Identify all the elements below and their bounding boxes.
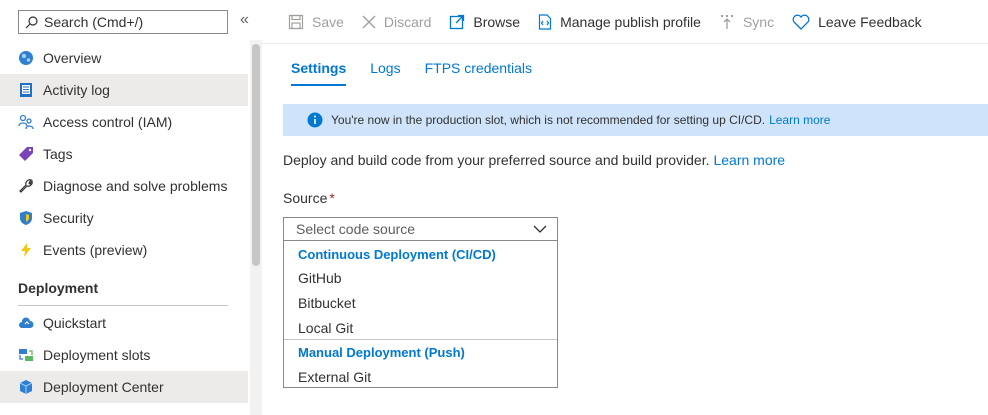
source-label-text: Source <box>283 190 328 206</box>
discard-label: Discard <box>383 13 432 30</box>
sidebar-item-label: Activity log <box>43 82 110 98</box>
sidebar-item-access-control[interactable]: Access control (IAM) <box>0 106 248 138</box>
menu-option-external-git[interactable]: External Git <box>298 369 371 385</box>
sidebar: Search (Cmd+/) « Overview Activity log A… <box>0 0 250 415</box>
cloud-icon <box>18 315 34 331</box>
section-title-deployment: Deployment <box>18 280 99 296</box>
save-label: Save <box>312 13 344 30</box>
banner-learn-more-link[interactable]: Learn more <box>769 113 830 127</box>
source-label: Source * <box>283 190 335 206</box>
heart-icon <box>792 14 810 30</box>
browse-label: Browse <box>473 13 521 30</box>
log-icon <box>18 82 34 98</box>
sync-button[interactable]: Sync <box>719 0 774 44</box>
sidebar-item-events[interactable]: Events (preview) <box>0 234 248 266</box>
sidebar-item-overview[interactable]: Overview <box>0 42 248 74</box>
info-banner: You're now in the production slot, which… <box>283 104 988 136</box>
search-icon <box>25 15 38 28</box>
shield-icon <box>18 210 34 226</box>
menu-divider <box>284 339 557 340</box>
menu-option-github[interactable]: GitHub <box>298 270 342 286</box>
section-divider <box>18 305 228 306</box>
description: Deploy and build code from your preferre… <box>283 152 785 168</box>
sidebar-item-label: Tags <box>43 146 73 162</box>
tag-icon <box>18 146 34 162</box>
globe-icon <box>18 50 34 66</box>
search-input[interactable]: Search (Cmd+/) <box>18 10 228 34</box>
search-placeholder: Search (Cmd+/) <box>44 14 144 30</box>
source-dropdown[interactable]: Select code source <box>283 217 558 241</box>
sidebar-item-deployment-center[interactable]: Deployment Center <box>0 371 248 403</box>
sidebar-item-label: Access control (IAM) <box>43 114 173 130</box>
tab-logs[interactable]: Logs <box>370 60 400 86</box>
cube-icon <box>18 379 34 395</box>
command-bar: Save Discard Browse Manage publish profi… <box>262 0 988 44</box>
publish-profile-icon <box>538 13 552 30</box>
sidebar-item-diagnose[interactable]: Diagnose and solve problems <box>0 170 248 202</box>
slots-icon <box>18 347 34 363</box>
save-button[interactable]: Save <box>288 0 344 44</box>
info-icon <box>307 112 323 128</box>
description-text: Deploy and build code from your preferre… <box>283 152 710 168</box>
tab-ftps-credentials[interactable]: FTPS credentials <box>425 60 532 86</box>
leave-feedback-label: Leave Feedback <box>818 13 922 30</box>
manage-publish-profile-label: Manage publish profile <box>560 13 701 30</box>
sidebar-item-label: Deployment slots <box>43 347 151 363</box>
description-learn-more-link[interactable]: Learn more <box>713 152 785 168</box>
sidebar-item-label: Events (preview) <box>43 242 148 258</box>
collapse-sidebar-button[interactable]: « <box>240 11 249 29</box>
sidebar-scrollbar-thumb[interactable] <box>252 44 260 266</box>
sidebar-item-label: Security <box>43 210 94 226</box>
people-icon <box>18 114 34 130</box>
menu-group-header: Continuous Deployment (CI/CD) <box>298 247 496 262</box>
sidebar-item-label: Quickstart <box>43 315 107 331</box>
sidebar-item-label: Deployment Center <box>43 379 164 395</box>
lightning-icon <box>18 242 34 258</box>
sidebar-item-quickstart[interactable]: Quickstart <box>0 307 248 339</box>
manage-publish-profile-button[interactable]: Manage publish profile <box>538 0 701 44</box>
tab-bar: Settings Logs FTPS credentials <box>291 60 556 86</box>
sidebar-item-label: Overview <box>43 50 102 66</box>
sidebar-item-security[interactable]: Security <box>0 202 248 234</box>
source-dropdown-placeholder: Select code source <box>296 221 416 237</box>
menu-group-header: Manual Deployment (Push) <box>298 345 465 360</box>
sidebar-item-label: Diagnose and solve problems <box>43 178 228 194</box>
sidebar-item-deployment-slots[interactable]: Deployment slots <box>0 339 248 371</box>
leave-feedback-button[interactable]: Leave Feedback <box>792 0 922 44</box>
browse-button[interactable]: Browse <box>449 0 520 44</box>
source-dropdown-menu: Continuous Deployment (CI/CD) GitHub Bit… <box>283 240 558 388</box>
chevron-down-icon <box>533 222 547 239</box>
close-icon <box>362 15 376 29</box>
menu-option-local-git[interactable]: Local Git <box>298 320 353 336</box>
required-mark: * <box>329 190 335 206</box>
sync-icon <box>719 14 735 30</box>
sidebar-item-tags[interactable]: Tags <box>0 138 248 170</box>
banner-text: You're now in the production slot, which… <box>331 113 766 127</box>
tab-settings[interactable]: Settings <box>291 60 347 86</box>
open-external-icon <box>449 14 465 30</box>
save-icon <box>288 14 304 30</box>
sidebar-item-activity-log[interactable]: Activity log <box>0 74 248 106</box>
wrench-icon <box>18 178 34 194</box>
menu-option-bitbucket[interactable]: Bitbucket <box>298 295 356 311</box>
discard-button[interactable]: Discard <box>362 0 431 44</box>
sync-label: Sync <box>742 13 775 30</box>
